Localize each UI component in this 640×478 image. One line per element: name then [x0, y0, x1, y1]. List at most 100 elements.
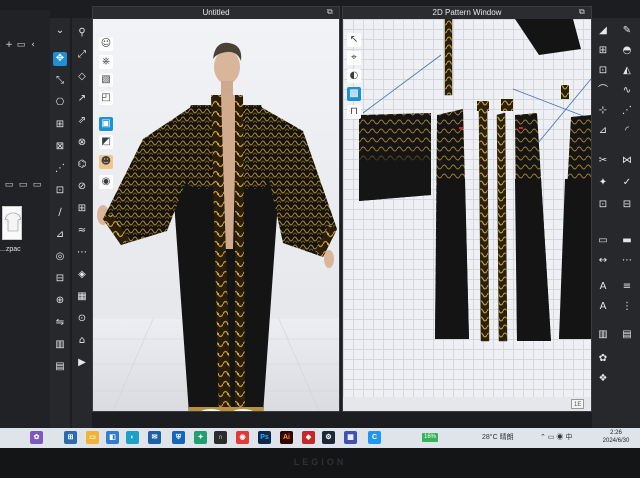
pattern-lock-icon[interactable]: ⊓ [347, 105, 361, 119]
footer-button[interactable]: 1E [571, 399, 585, 409]
slash-icon[interactable]: ⋰ [620, 104, 634, 118]
seam-allowance-icon[interactable]: ⊡ [596, 198, 610, 212]
display-mesh-icon[interactable]: ◰ [99, 91, 113, 105]
skin-icon[interactable]: ☻ [99, 155, 113, 169]
pen-icon[interactable]: ✎ [620, 24, 634, 38]
simulation-icon[interactable]: ▣ [99, 117, 113, 131]
strengthen-icon[interactable]: ⇗ [75, 114, 89, 128]
infinity-app-icon[interactable]: ∩ [214, 431, 227, 444]
design-app-icon[interactable]: ✦ [194, 431, 207, 444]
transform-tool-icon[interactable]: ⤡ [53, 74, 67, 88]
pattern-canvas[interactable]: ↖ ⌖ ◐ ▩ ⊓ [343, 19, 591, 399]
display-texture-icon[interactable]: ▧ [99, 73, 113, 87]
pin-tool-icon[interactable]: ⊠ [53, 140, 67, 154]
text-edit-icon[interactable]: A [596, 300, 610, 314]
annotation-icon[interactable]: ≡ [620, 280, 634, 294]
display-avatar-icon[interactable]: ☺ [99, 37, 113, 51]
animation-icon[interactable]: ▶ [75, 356, 89, 370]
texture-tool-icon[interactable]: ◎ [53, 250, 67, 264]
segment-icon[interactable]: ◢ [596, 24, 610, 38]
garment-thumbnail[interactable] [2, 206, 22, 240]
store-icon[interactable]: ◧ [106, 431, 119, 444]
folder-item-icon[interactable]: ▭ [18, 180, 28, 190]
trim-tool-icon[interactable]: ⊟ [53, 272, 67, 286]
rectangle-icon[interactable]: ⊞ [596, 44, 610, 58]
rule-icon[interactable]: ⋮ [620, 300, 634, 314]
clock[interactable]: 2:26 2024/6/30 [596, 429, 636, 445]
display-stress-icon[interactable]: ◩ [99, 135, 113, 149]
start-icon[interactable]: ⊞ [64, 431, 77, 444]
text-icon[interactable]: A [596, 280, 610, 294]
pattern-select-icon[interactable]: ↖ [347, 33, 361, 47]
pattern-fabric-icon[interactable]: ▩ [347, 87, 361, 101]
binding-icon[interactable]: ⊟ [620, 198, 634, 212]
tape-icon[interactable]: ▬ [620, 234, 634, 248]
curve-icon[interactable]: ⌒ [596, 84, 610, 98]
hardware-icon[interactable]: ⊙ [75, 312, 89, 326]
maximize-icon[interactable]: ⧉ [327, 8, 335, 16]
maximize-icon[interactable]: ⧉ [579, 8, 587, 16]
select-tool-icon[interactable]: ⌄ [53, 24, 67, 38]
file-explorer-icon[interactable]: ▭ [86, 431, 99, 444]
gauge-icon[interactable]: ▤ [620, 328, 634, 342]
wind-icon[interactable]: ≈ [75, 224, 89, 238]
puckering-icon[interactable]: ↗ [75, 92, 89, 106]
curvature-icon[interactable]: ∿ [620, 84, 634, 98]
internal-shape-icon[interactable]: ⊡ [596, 64, 610, 78]
sticker-icon[interactable]: ✿ [596, 352, 610, 366]
check-icon[interactable]: ✓ [620, 176, 634, 190]
unfreeze-icon[interactable]: ⊘ [75, 180, 89, 194]
illustrator-icon[interactable]: Ai [280, 431, 293, 444]
tack-tool-icon[interactable]: ⊞ [53, 118, 67, 132]
folder-item-icon[interactable]: ▭ [4, 180, 14, 190]
edge-icon[interactable]: ◐ [126, 431, 139, 444]
trace-icon[interactable]: ⊿ [596, 124, 610, 138]
dart-icon[interactable]: ◭ [620, 64, 634, 78]
avatar-tool-icon[interactable]: ⊡ [53, 184, 67, 198]
battery-indicator[interactable]: 16% [422, 433, 438, 442]
solidify-icon[interactable]: ⌬ [75, 158, 89, 172]
steam-icon[interactable]: ⚙ [322, 431, 335, 444]
line-icon[interactable]: ▭ [596, 234, 610, 248]
fold-tool-icon[interactable]: ⎔ [53, 96, 67, 110]
button-tool-icon[interactable]: ⊕ [53, 294, 67, 308]
shield-icon[interactable]: ⛨ [172, 431, 185, 444]
clo-app-icon[interactable]: C [368, 431, 381, 444]
pattern-texture-icon[interactable]: ◐ [347, 69, 361, 83]
gallery-app-icon[interactable]: ▦ [344, 431, 357, 444]
cut-icon[interactable]: ✂ [596, 154, 610, 168]
folder-icon[interactable]: ▭ [16, 40, 26, 50]
grid-icon[interactable]: ▥ [596, 328, 610, 342]
zipper-tool-icon[interactable]: ⇋ [53, 316, 67, 330]
seam-icon[interactable]: ⋈ [620, 154, 634, 168]
stitch-icon[interactable]: ⋯ [620, 254, 634, 268]
shrink-icon[interactable]: ⊗ [75, 136, 89, 150]
media-app-icon[interactable]: ◆ [302, 431, 315, 444]
topstitch-icon[interactable]: ⋯ [75, 246, 89, 260]
system-tray-icons[interactable]: ⌃ ▭ ◉ 中 [540, 433, 572, 443]
grade-tool-icon[interactable]: ▥ [53, 338, 67, 352]
brush-tool-icon[interactable]: ∕ [53, 206, 67, 220]
edit-texture-icon[interactable]: ⊞ [75, 202, 89, 216]
display-garment-icon[interactable]: ⎈ [99, 55, 113, 69]
layer-tool-icon[interactable]: ▤ [53, 360, 67, 374]
widgets-icon[interactable]: ✿ [30, 431, 43, 444]
folder-item-icon[interactable]: ▭ [32, 180, 42, 190]
measure-avatar-icon[interactable]: ⤢ [75, 48, 89, 62]
edit-avatar-icon[interactable]: ⚲ [75, 26, 89, 40]
add-point-icon[interactable]: ⊹ [596, 104, 610, 118]
free-sew-icon[interactable]: ✦ [596, 176, 610, 190]
fabric-icon[interactable]: ▦ [75, 290, 89, 304]
fitting-icon[interactable]: ◉ [99, 175, 113, 189]
fillet-icon[interactable]: ◜ [620, 124, 634, 138]
pattern-edit-icon[interactable]: ⌖ [347, 51, 361, 65]
hanger-icon[interactable]: ⌂ [75, 334, 89, 348]
3d-viewport[interactable]: ☺ ⎈ ▧ ◰ ▣ ◩ ☻ ◉ [93, 19, 339, 411]
weather-widget[interactable]: 28°C 晴朗 [482, 433, 514, 443]
sewing-tool-icon[interactable]: ⋰ [53, 162, 67, 176]
back-icon[interactable]: ‹ [28, 40, 38, 50]
graphic-icon[interactable]: ◈ [75, 268, 89, 282]
add-icon[interactable]: + [4, 40, 14, 50]
puzzle-icon[interactable]: ❖ [596, 372, 610, 386]
mail-icon[interactable]: ✉ [148, 431, 161, 444]
